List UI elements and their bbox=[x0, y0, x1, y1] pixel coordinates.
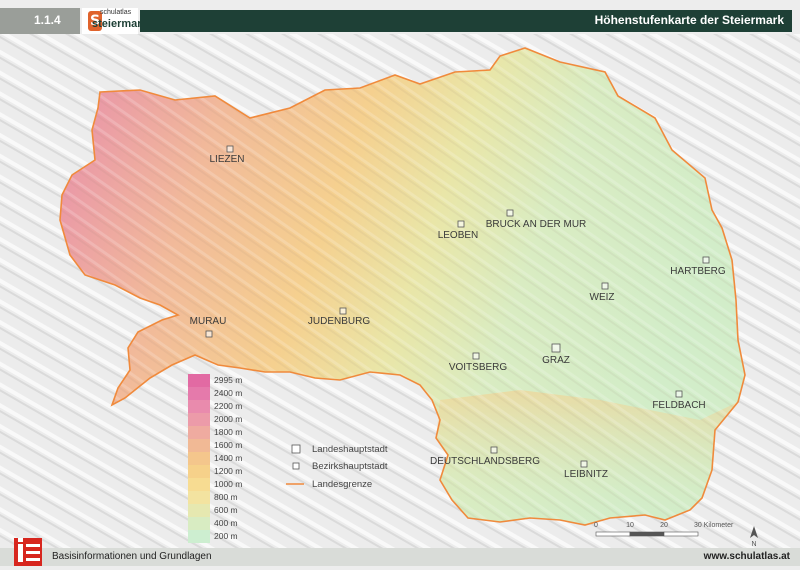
legend-swatch bbox=[188, 478, 210, 491]
city-square-icon bbox=[472, 352, 480, 360]
footer-url-link[interactable]: www.schulatlas.at bbox=[704, 551, 790, 562]
page-title: Höhenstufenkarte der Steiermark bbox=[594, 13, 784, 27]
city-square-icon bbox=[339, 307, 347, 315]
legend-elevation-label: 600 m bbox=[214, 505, 238, 515]
city-label: DEUTSCHLANDSBERG bbox=[430, 456, 540, 467]
legend-swatch bbox=[188, 465, 210, 478]
legend-elevation-label: 1400 m bbox=[214, 453, 242, 463]
scale-tick-label: 30 Kilometer bbox=[694, 522, 734, 529]
legend-elevation-label: 1200 m bbox=[214, 466, 242, 476]
city-label: MURAU bbox=[190, 316, 227, 327]
city-label: FELDBACH bbox=[652, 400, 705, 411]
city-square-icon bbox=[702, 256, 710, 264]
legend-elevation-label: 1000 m bbox=[214, 479, 242, 489]
legend-landeshauptstadt-label: Landeshauptstadt bbox=[312, 444, 388, 455]
schulatlas-logo: S schulatlas steiermark bbox=[82, 8, 148, 34]
legend-elevation-label: 2200 m bbox=[214, 401, 242, 411]
landeshauptstadt-icon bbox=[291, 444, 301, 454]
city-square-icon bbox=[675, 390, 683, 398]
city-square-icon bbox=[490, 446, 498, 454]
info-logo-icon bbox=[14, 538, 42, 566]
legend-elevation-label: 1800 m bbox=[214, 427, 242, 437]
legend-swatch bbox=[188, 439, 210, 452]
legend-swatch bbox=[188, 413, 210, 426]
city-square-icon bbox=[205, 330, 213, 338]
legend-elevation-label: 800 m bbox=[214, 492, 238, 502]
city-square-icon bbox=[551, 343, 561, 353]
logo-small-text: schulatlas bbox=[100, 9, 132, 16]
city-label: JUDENBURG bbox=[308, 316, 370, 327]
chapter-badge: 1.1.4 bbox=[0, 8, 80, 34]
city-square-icon bbox=[580, 460, 588, 468]
footer-section-label: Basisinformationen und Grundlagen bbox=[52, 551, 212, 562]
city-square-icon bbox=[506, 209, 514, 217]
scale-tick-label: 10 bbox=[626, 522, 634, 529]
city-square-icon bbox=[601, 282, 609, 290]
city-square-icon bbox=[457, 220, 465, 228]
city-label: VOITSBERG bbox=[449, 362, 508, 373]
legend-swatch bbox=[188, 491, 210, 504]
legend-swatch bbox=[188, 452, 210, 465]
elevation-map: LIEZEN LEOBEN BRUCK AN DER MUR HARTBERG WEIZ… bbox=[0, 34, 800, 548]
legend-bezirkshauptstadt-label: Bezirkshauptstadt bbox=[312, 461, 388, 472]
city-label: BRUCK AN DER MUR bbox=[486, 219, 587, 230]
legend-landesgrenze-label: Landesgrenze bbox=[312, 479, 372, 490]
legend-elevation-label: 2000 m bbox=[214, 414, 242, 424]
legend-elevation-label: 2400 m bbox=[214, 388, 242, 398]
legend-swatch bbox=[188, 517, 210, 530]
header: 1.1.4 S schulatlas steiermark Höhenstufe… bbox=[0, 8, 800, 34]
city-label: LEOBEN bbox=[438, 230, 479, 241]
legend-swatch bbox=[188, 400, 210, 413]
city-square-icon bbox=[226, 145, 234, 153]
legend-elevation-label: 1600 m bbox=[214, 440, 242, 450]
scale-tick-label: 20 bbox=[660, 522, 668, 529]
chapter-number: 1.1.4 bbox=[34, 13, 61, 27]
legend-elevation-label: 2995 m bbox=[214, 375, 242, 385]
scale-tick-label: 0 bbox=[594, 522, 598, 529]
city-label: WEIZ bbox=[590, 292, 615, 303]
city-label: HARTBERG bbox=[670, 266, 726, 277]
legend-swatch bbox=[188, 387, 210, 400]
legend-swatch bbox=[188, 426, 210, 439]
city-label: LIEZEN bbox=[209, 154, 244, 165]
legend-elevation-label: 400 m bbox=[214, 518, 238, 528]
north-label: N bbox=[751, 541, 756, 548]
legend-elevation-label: 200 m bbox=[214, 531, 238, 541]
city-label: LEIBNITZ bbox=[564, 469, 608, 480]
title-bar: Höhenstufenkarte der Steiermark bbox=[140, 10, 792, 32]
legend-swatch bbox=[188, 374, 210, 387]
legend-swatch bbox=[188, 530, 210, 543]
bezirkshauptstadt-icon bbox=[292, 462, 300, 470]
city-label: GRAZ bbox=[542, 355, 570, 366]
legend-swatch bbox=[188, 504, 210, 517]
